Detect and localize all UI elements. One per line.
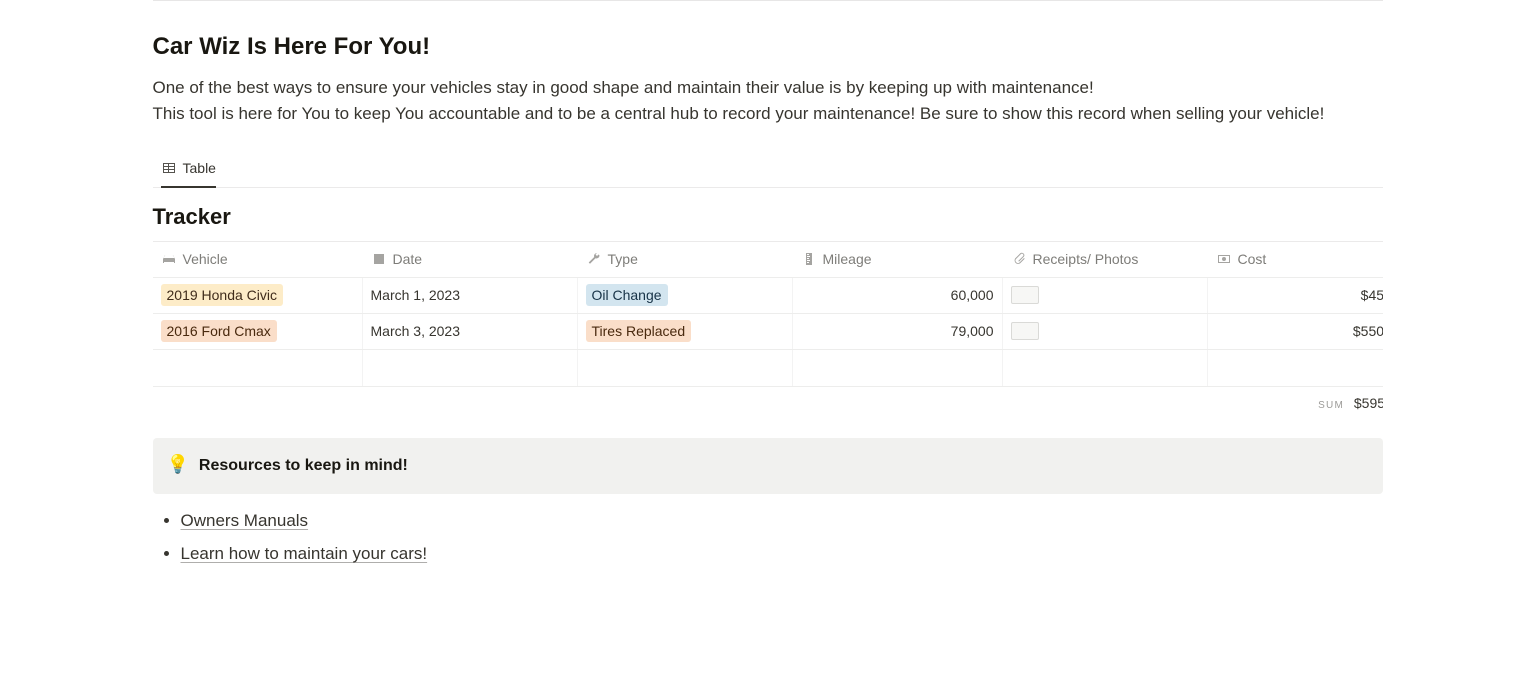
calendar-icon bbox=[371, 251, 387, 267]
col-receipts[interactable]: Receipts/ Photos bbox=[1003, 242, 1208, 277]
table-row[interactable]: 2016 Ford Cmax March 3, 2023 Tires Repla… bbox=[153, 314, 1383, 350]
cell-cost[interactable]: $550.00 bbox=[1208, 314, 1383, 349]
intro-line-2: This tool is here for You to keep You ac… bbox=[153, 104, 1325, 123]
receipt-thumbnail[interactable] bbox=[1011, 286, 1039, 304]
lightbulb-icon: 💡 bbox=[167, 454, 189, 476]
link-owners-manuals[interactable]: Owners Manuals bbox=[181, 511, 309, 530]
cell-cost[interactable]: $45.00 bbox=[1208, 278, 1383, 313]
intro-text: One of the best ways to ensure your vehi… bbox=[153, 75, 1383, 128]
col-mileage[interactable]: Mileage bbox=[793, 242, 1003, 277]
cell-vehicle[interactable]: 2019 Honda Civic bbox=[153, 278, 363, 313]
table: Vehicle Date Type Mileage Receipts/ Phot… bbox=[153, 241, 1383, 420]
table-row[interactable]: 2019 Honda Civic March 1, 2023 Oil Chang… bbox=[153, 278, 1383, 314]
cell-type[interactable]: Oil Change bbox=[578, 278, 793, 313]
callout-text: Resources to keep in mind! bbox=[199, 454, 408, 478]
table-body: 2019 Honda Civic March 1, 2023 Oil Chang… bbox=[153, 278, 1383, 387]
type-tag: Oil Change bbox=[586, 284, 668, 306]
tab-label: Table bbox=[183, 158, 216, 179]
table-header-row: Vehicle Date Type Mileage Receipts/ Phot… bbox=[153, 242, 1383, 278]
paperclip-icon bbox=[1011, 251, 1027, 267]
list-item: Learn how to maintain your cars! bbox=[181, 541, 1383, 567]
intro-line-1: One of the best ways to ensure your vehi… bbox=[153, 78, 1094, 97]
money-icon bbox=[1216, 251, 1232, 267]
col-date[interactable]: Date bbox=[363, 242, 578, 277]
cell-date[interactable]: March 3, 2023 bbox=[363, 314, 578, 349]
cell-mileage[interactable]: 60,000 bbox=[793, 278, 1003, 313]
resource-links: Owners Manuals Learn how to maintain you… bbox=[153, 508, 1383, 567]
cell-mileage[interactable]: 79,000 bbox=[793, 314, 1003, 349]
callout-resources: 💡 Resources to keep in mind! bbox=[153, 438, 1383, 494]
list-item: Owners Manuals bbox=[181, 508, 1383, 534]
tab-table[interactable]: Table bbox=[153, 152, 224, 187]
col-type[interactable]: Type bbox=[578, 242, 793, 277]
view-tabs: Table bbox=[153, 152, 1383, 188]
database-title[interactable]: Tracker bbox=[153, 200, 1383, 233]
cell-receipts[interactable] bbox=[1003, 314, 1208, 349]
divider bbox=[153, 0, 1383, 1]
type-tag: Tires Replaced bbox=[586, 320, 692, 342]
car-icon bbox=[161, 251, 177, 267]
vehicle-tag: 2016 Ford Cmax bbox=[161, 320, 277, 342]
wrench-icon bbox=[586, 251, 602, 267]
vehicle-tag: 2019 Honda Civic bbox=[161, 284, 284, 306]
cell-date[interactable]: March 1, 2023 bbox=[363, 278, 578, 313]
receipt-thumbnail[interactable] bbox=[1011, 322, 1039, 340]
ruler-icon bbox=[801, 251, 817, 267]
table-icon bbox=[161, 160, 177, 176]
page-title: Car Wiz Is Here For You! bbox=[153, 29, 1383, 65]
cell-type[interactable]: Tires Replaced bbox=[578, 314, 793, 349]
link-learn-maintain[interactable]: Learn how to maintain your cars! bbox=[181, 544, 428, 563]
col-vehicle[interactable]: Vehicle bbox=[153, 242, 363, 277]
table-footer: sum $595.00 bbox=[153, 387, 1383, 420]
col-cost[interactable]: Cost bbox=[1208, 242, 1383, 277]
cell-vehicle[interactable]: 2016 Ford Cmax bbox=[153, 314, 363, 349]
sum-value: $595.00 bbox=[1354, 395, 1383, 411]
table-row-empty[interactable] bbox=[153, 350, 1383, 387]
sum-label: sum bbox=[1318, 400, 1344, 411]
sum-cost[interactable]: sum $595.00 bbox=[1208, 387, 1383, 420]
cell-receipts[interactable] bbox=[1003, 278, 1208, 313]
